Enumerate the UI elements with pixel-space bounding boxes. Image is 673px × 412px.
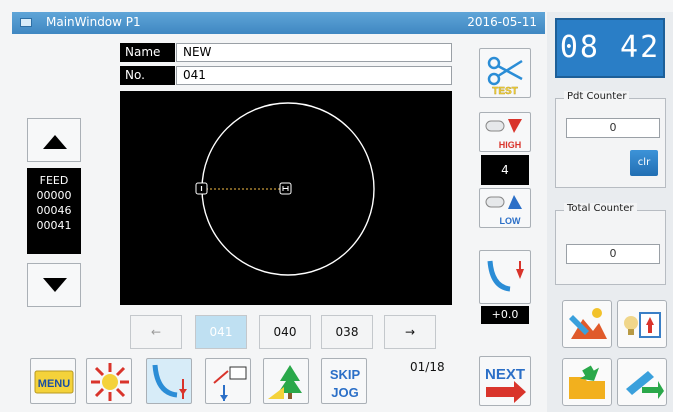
jog-label: JOG — [331, 385, 358, 400]
scissors-icon: TEST — [487, 56, 523, 97]
title-bar: MainWindow P1 2016-05-11 — [12, 12, 545, 34]
down-arrow-icon — [43, 278, 67, 292]
menu-label: MENU — [38, 378, 70, 390]
pdt-counter-value: 0 — [566, 118, 660, 138]
page-item[interactable]: 040 — [259, 315, 311, 349]
pattern-button[interactable] — [263, 358, 309, 404]
convert-button[interactable] — [617, 358, 667, 406]
up-arrow-icon — [43, 135, 67, 149]
page-item[interactable]: 038 — [321, 315, 373, 349]
screen: MainWindow P1 2016-05-11 08 42 Pdt Count… — [0, 0, 673, 412]
feed-up-button[interactable] — [27, 118, 81, 162]
move-icon — [213, 366, 247, 401]
feed-line-1: 00000 — [36, 189, 72, 202]
menu-icon: MENU — [34, 370, 74, 394]
page-item-current[interactable]: 041 — [195, 315, 247, 349]
clear-counter-button[interactable]: clr — [630, 150, 658, 176]
high-label: HIGH — [499, 140, 522, 150]
name-field[interactable]: NEW — [176, 43, 452, 62]
folder-icon — [569, 365, 605, 399]
feed-display: FEED 00000 00046 00041 — [27, 168, 81, 254]
page-prev-button[interactable]: ← — [130, 315, 182, 349]
origin-starburst-icon — [91, 363, 129, 401]
feed-line-3: 00041 — [36, 219, 72, 232]
pattern-canvas[interactable] — [120, 91, 452, 305]
bulb-window-icon — [624, 312, 661, 338]
next-label: NEXT — [485, 366, 525, 383]
speed-down-icon: LOW — [485, 195, 522, 226]
speed-low-button[interactable]: LOW — [479, 188, 531, 228]
total-counter-label: Total Counter — [564, 203, 637, 214]
page-indicator: 01/18 — [410, 360, 445, 374]
window-icon — [20, 18, 32, 27]
next-arrow-icon: NEXT — [485, 366, 526, 403]
skip-jog-button[interactable]: SKIP JOG — [321, 358, 367, 404]
speed-high-button[interactable]: HIGH — [479, 112, 531, 152]
setting-button[interactable] — [617, 300, 667, 348]
low-label: LOW — [500, 216, 521, 226]
needle-down-icon — [487, 260, 524, 292]
page-next-button[interactable]: → — [384, 315, 436, 349]
speed-value: 4 — [481, 155, 529, 185]
tree-icon — [268, 365, 302, 399]
convert-icon — [626, 371, 664, 399]
speed-up-icon: HIGH — [485, 119, 522, 150]
name-label: Name — [120, 43, 175, 62]
pattern-preview — [195, 102, 375, 276]
image-edit-icon — [569, 308, 607, 339]
feed-down-button[interactable] — [27, 263, 81, 307]
skip-label: SKIP — [330, 367, 361, 382]
pattern-image-button[interactable] — [562, 300, 612, 348]
title-date: 2016-05-11 — [467, 15, 537, 29]
next-button[interactable]: NEXT — [479, 356, 531, 406]
menu-button[interactable]: MENU — [30, 358, 76, 404]
skip-jog-icon: SKIP JOG — [330, 367, 361, 400]
total-counter-value: 0 — [566, 244, 660, 264]
no-label: No. — [120, 66, 175, 85]
offset-value: +0.0 — [481, 306, 529, 324]
pdt-counter-label: Pdt Counter — [564, 91, 630, 102]
clock-display: 08 42 — [555, 18, 665, 78]
needle-icon — [152, 364, 187, 399]
no-field[interactable]: 041 — [176, 66, 452, 85]
origin-button[interactable] — [86, 358, 132, 404]
feed-line-2: 00046 — [36, 204, 72, 217]
feed-label: FEED — [39, 174, 69, 187]
test-label: TEST — [492, 86, 518, 97]
needle-toggle-button[interactable] — [146, 358, 192, 404]
move-button[interactable] — [205, 358, 251, 404]
test-button[interactable]: TEST — [479, 48, 531, 98]
file-open-button[interactable] — [562, 358, 612, 406]
needle-position-button[interactable] — [479, 250, 531, 304]
window-title: MainWindow P1 — [46, 15, 141, 29]
